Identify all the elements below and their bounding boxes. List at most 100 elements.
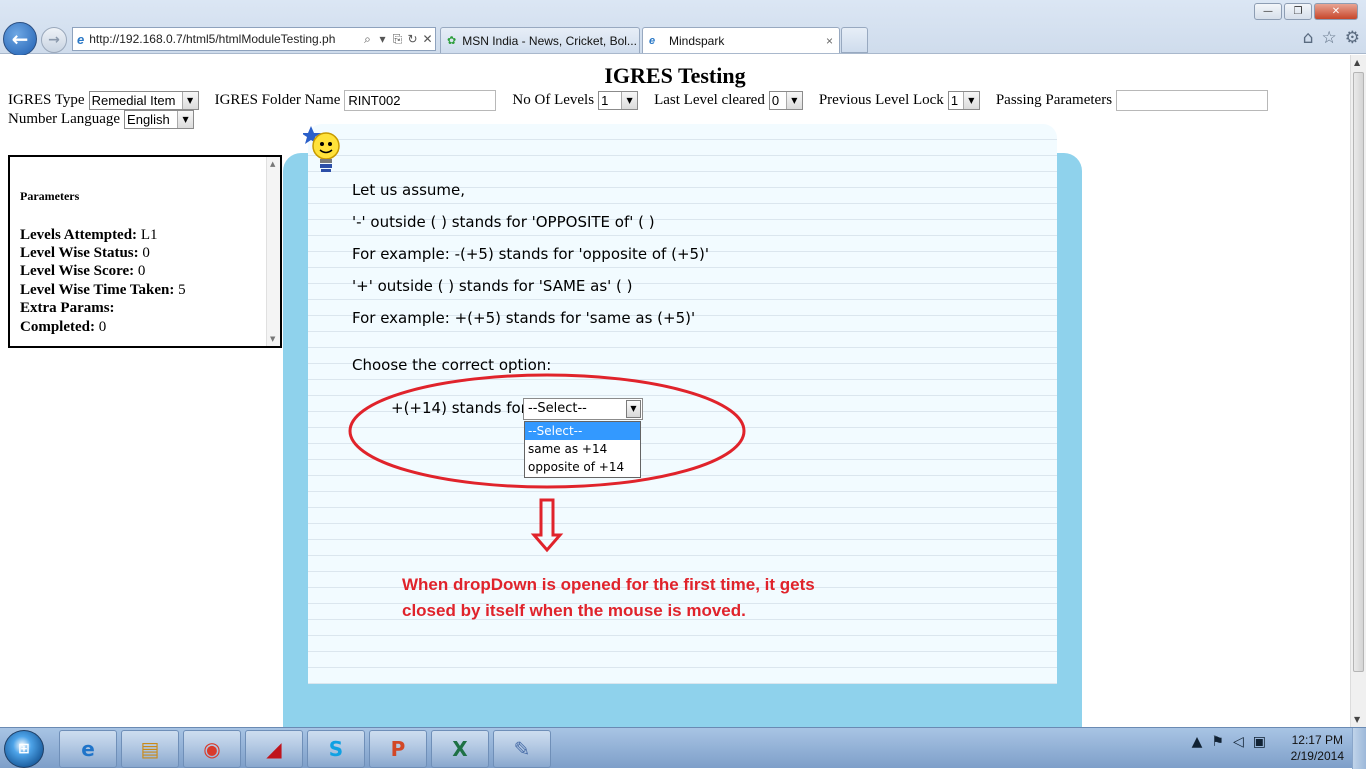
level-wise-status-row: Level Wise Status: 0 (20, 245, 150, 262)
param-value: 0 (142, 245, 150, 261)
favorites-star-icon[interactable]: ☆ (1322, 28, 1337, 48)
settings-row-2: Number Language English ▼ (8, 110, 195, 129)
scroll-down-icon[interactable]: ▼ (270, 335, 275, 343)
no-of-levels-value: 1 (601, 93, 609, 108)
compatibility-view-icon[interactable]: ⎘ (390, 32, 405, 47)
show-hidden-icons-icon[interactable]: ▲ (1192, 734, 1203, 750)
address-url[interactable]: http://192.168.0.7/html5/htmlModuleTesti… (89, 32, 360, 46)
last-level-cleared-select[interactable]: 0 ▼ (768, 91, 803, 110)
completed-row: Completed: 0 (20, 319, 106, 336)
no-of-levels-select[interactable]: 1 ▼ (598, 91, 639, 110)
folder-name-input[interactable]: RINT002 (344, 90, 497, 111)
last-level-cleared-label: Last Level cleared (654, 92, 765, 108)
restore-button[interactable]: ❐ (1284, 3, 1312, 20)
back-arrow-icon[interactable]: ← (3, 22, 37, 56)
forward-arrow-icon[interactable]: → (41, 27, 67, 53)
address-dropdown-icon[interactable]: ▾ (375, 32, 390, 46)
taskbar: ⊞ e ▤ ◉ ◢ S P X ✎ ▲ ⚑ ◁ ▣ 12:17 PM 2/19/… (0, 727, 1366, 769)
question-line-4: '+' outside ( ) stands for 'SAME as' ( ) (352, 277, 633, 295)
taskbar-adobe-app[interactable]: ◢ (245, 730, 303, 768)
system-tray: ▲ ⚑ ◁ ▣ (1192, 734, 1266, 750)
annotation-overlay (348, 373, 746, 553)
address-bar[interactable]: e http://192.168.0.7/html5/htmlModuleTes… (72, 27, 436, 51)
system-clock[interactable]: 12:17 PM 2/19/2014 (1291, 732, 1344, 764)
chevron-down-icon: ▼ (962, 92, 979, 109)
parameters-scrollbar[interactable]: ▲ ▼ (266, 157, 280, 346)
msn-butterfly-icon: ✿ (447, 34, 457, 47)
start-button[interactable]: ⊞ (4, 730, 44, 768)
show-desktop-button[interactable] (1352, 728, 1366, 769)
number-language-label: Number Language (8, 111, 121, 127)
question-line-2: '-' outside ( ) stands for 'OPPOSITE of'… (352, 213, 655, 231)
question-line-3: For example: -(+5) stands for 'opposite … (352, 245, 710, 263)
no-of-levels-label: No Of Levels (512, 92, 595, 108)
chevron-down-icon: ▼ (785, 92, 802, 109)
minimize-button[interactable]: — (1254, 3, 1282, 20)
network-icon[interactable]: ▣ (1253, 734, 1266, 750)
param-value: 5 (178, 282, 186, 298)
taskbar-file-explorer[interactable]: ▤ (121, 730, 179, 768)
scroll-down-icon[interactable]: ▼ (1354, 715, 1360, 724)
chevron-down-icon: ▼ (181, 92, 198, 109)
level-wise-time-row: Level Wise Time Taken: 5 (20, 282, 186, 299)
taskbar-skype[interactable]: S (307, 730, 365, 768)
annotation-down-arrow-icon (530, 498, 564, 553)
tab-label: MSN India - News, Cricket, Bol... (462, 33, 637, 48)
action-center-flag-icon[interactable]: ⚑ (1211, 734, 1224, 750)
question-line-5: For example: +(+5) stands for 'same as (… (352, 309, 696, 327)
param-label: Level Wise Score: (20, 263, 135, 279)
scroll-up-icon[interactable]: ▲ (1354, 58, 1360, 67)
taskbar-chrome[interactable]: ◉ (183, 730, 241, 768)
ie-page-icon: e (649, 34, 656, 47)
annotation-ellipse (348, 373, 746, 489)
home-icon[interactable]: ⌂ (1303, 28, 1314, 48)
parameters-panel: Parameters Levels Attempted: L1 Level Wi… (8, 155, 282, 348)
page-title: IGRES Testing (604, 63, 746, 88)
tab-mindspark[interactable]: e Mindspark × (642, 27, 840, 53)
page-scrollbar[interactable]: ▲ ▼ (1350, 55, 1366, 727)
volume-icon[interactable]: ◁ (1233, 734, 1244, 750)
clock-date: 2/19/2014 (1290, 749, 1344, 763)
tools-gear-icon[interactable]: ⚙ (1345, 28, 1360, 48)
window-controls: — ❐ ✕ (1254, 3, 1358, 20)
settings-row-1: IGRES Type Remedial Item ▼ IGRES Folder … (8, 90, 1269, 111)
igres-type-value: Remedial Item (91, 93, 176, 108)
passing-parameters-input[interactable] (1116, 90, 1269, 111)
refresh-icon[interactable]: ↻ (405, 32, 420, 46)
param-label: Completed: (20, 319, 95, 335)
close-tab-icon[interactable]: × (826, 34, 833, 48)
taskbar-powerpoint[interactable]: P (369, 730, 427, 768)
scroll-up-icon[interactable]: ▲ (270, 160, 275, 168)
previous-level-lock-select[interactable]: 1 ▼ (947, 91, 980, 110)
lightbulb-icon (303, 126, 340, 172)
param-value: 0 (98, 319, 107, 335)
annotation-text: When dropDown is opened for the first ti… (402, 575, 815, 620)
param-label: Extra Params: (20, 300, 115, 316)
new-tab-button[interactable] (841, 27, 868, 53)
search-icon[interactable]: ⌕ (360, 32, 375, 47)
tab-msn-india[interactable]: ✿ MSN India - News, Cricket, Bol... (440, 27, 640, 53)
param-label: Levels Attempted: (20, 227, 138, 243)
igres-type-select[interactable]: Remedial Item ▼ (88, 91, 199, 110)
tab-label: Mindspark (669, 33, 725, 48)
previous-level-lock-label: Previous Level Lock (818, 92, 944, 108)
previous-level-lock-value: 1 (950, 93, 959, 108)
param-value: L1 (140, 227, 158, 243)
number-language-value: English (127, 112, 170, 127)
scrollbar-thumb[interactable] (1353, 72, 1364, 672)
number-language-select[interactable]: English ▼ (124, 110, 195, 129)
close-window-button[interactable]: ✕ (1314, 3, 1358, 20)
param-label: Level Wise Status: (20, 245, 139, 261)
browser-toolbar-icons: ⌂ ☆ ⚙ (1303, 28, 1360, 48)
chevron-down-icon: ▼ (621, 92, 638, 109)
param-label: Level Wise Time Taken: (20, 282, 175, 298)
stop-icon[interactable]: ✕ (420, 32, 435, 46)
level-wise-score-row: Level Wise Score: 0 (20, 263, 145, 280)
levels-attempted-row: Levels Attempted: L1 (20, 227, 157, 244)
taskbar-excel[interactable]: X (431, 730, 489, 768)
passing-parameters-label: Passing Parameters (995, 92, 1113, 108)
taskbar-paint[interactable]: ✎ (493, 730, 551, 768)
taskbar-internet-explorer[interactable]: e (59, 730, 117, 768)
ie-page-icon: e (77, 31, 85, 47)
parameters-heading: Parameters (20, 189, 80, 203)
